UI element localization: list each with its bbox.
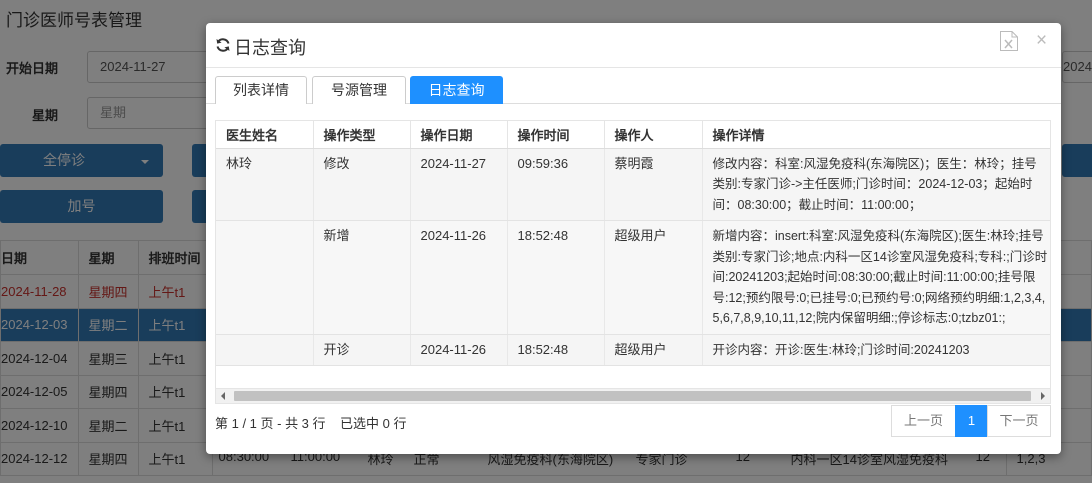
tab-list-detail[interactable]: 列表详情 bbox=[215, 76, 307, 104]
scrollbar-thumb[interactable] bbox=[234, 391, 1031, 401]
log-table: 医生姓名 操作类型 操作日期 操作时间 操作人 操作详情 林玲 修改 2024-… bbox=[216, 121, 1050, 366]
cell-operator: 超级用户 bbox=[604, 220, 703, 335]
col-op-type[interactable]: 操作类型 bbox=[313, 121, 411, 149]
pagination-info: 第 1 / 1 页 - 共 3 行 已选中 0 行 bbox=[215, 413, 406, 432]
col-operator[interactable]: 操作人 bbox=[604, 121, 703, 149]
cell-op-type: 新增 bbox=[313, 220, 411, 335]
pagination: 上一页 1 下一页 bbox=[891, 405, 1051, 437]
dialog-header: 日志查询 × bbox=[206, 23, 1061, 68]
cell-op-type: 修改 bbox=[313, 148, 411, 221]
scroll-left-icon[interactable] bbox=[221, 392, 225, 400]
cell-doctor: 林玲 bbox=[216, 148, 314, 221]
horizontal-scrollbar[interactable] bbox=[215, 388, 1051, 404]
cell-detail: 修改内容：科室:风湿免疫科(东海院区)；医生：林玲；挂号类别:专家门诊->主任医… bbox=[702, 148, 1050, 221]
cell-op-date: 2024-11-26 bbox=[410, 220, 508, 335]
scroll-right-icon[interactable] bbox=[1041, 392, 1045, 400]
excel-export-icon[interactable] bbox=[999, 30, 1019, 52]
tab-source-management[interactable]: 号源管理 bbox=[312, 76, 406, 104]
cell-op-date: 2024-11-27 bbox=[410, 148, 508, 221]
cell-detail: 新增内容：insert:科室:风湿免疫科(东海院区);医生:林玲;挂号类别:专家… bbox=[702, 220, 1050, 335]
prev-page-button[interactable]: 上一页 bbox=[891, 405, 956, 437]
col-doctor-name[interactable]: 医生姓名 bbox=[216, 121, 314, 149]
dialog-tabs: 列表详情 号源管理 日志查询 bbox=[206, 76, 1061, 104]
cell-doctor bbox=[216, 220, 314, 335]
cell-operator: 蔡明霞 bbox=[604, 148, 703, 221]
cell-op-type: 开诊 bbox=[313, 334, 411, 366]
tab-log-query[interactable]: 日志查询 bbox=[410, 76, 503, 104]
cell-detail: 开诊内容：开诊:医生:林玲;门诊时间:20241203 bbox=[702, 334, 1050, 366]
table-row[interactable]: 开诊 2024-11-26 18:52:48 超级用户 开诊内容：开诊:医生:林… bbox=[216, 334, 1050, 366]
page-1-button[interactable]: 1 bbox=[955, 405, 988, 437]
col-op-detail[interactable]: 操作详情 bbox=[702, 121, 1050, 149]
refresh-icon[interactable] bbox=[215, 37, 231, 53]
next-page-button[interactable]: 下一页 bbox=[987, 405, 1051, 437]
log-table-header: 医生姓名 操作类型 操作日期 操作时间 操作人 操作详情 bbox=[216, 121, 1050, 149]
page-count-text: 第 1 / 1 页 - 共 3 行 bbox=[215, 416, 326, 431]
table-row[interactable]: 新增 2024-11-26 18:52:48 超级用户 新增内容：insert:… bbox=[216, 220, 1050, 335]
cell-operator: 超级用户 bbox=[604, 334, 703, 366]
log-grid: 医生姓名 操作类型 操作日期 操作时间 操作人 操作详情 林玲 修改 2024-… bbox=[215, 120, 1051, 403]
selected-count-text: 已选中 0 行 bbox=[339, 416, 407, 431]
col-op-date[interactable]: 操作日期 bbox=[410, 121, 508, 149]
dialog-title: 日志查询 bbox=[234, 38, 306, 58]
cell-doctor bbox=[216, 334, 314, 366]
col-op-time[interactable]: 操作时间 bbox=[507, 121, 605, 149]
log-query-dialog: 日志查询 × 列表详情 号源管理 日志查询 医生姓名 操作类型 操作日期 操作时… bbox=[206, 23, 1061, 454]
table-row[interactable]: 林玲 修改 2024-11-27 09:59:36 蔡明霞 修改内容：科室:风湿… bbox=[216, 148, 1050, 221]
cell-op-time: 18:52:48 bbox=[507, 334, 605, 366]
cell-op-time: 18:52:48 bbox=[507, 220, 605, 335]
cell-op-time: 09:59:36 bbox=[507, 148, 605, 221]
cell-op-date: 2024-11-26 bbox=[410, 334, 508, 366]
close-icon[interactable]: × bbox=[1036, 31, 1047, 50]
